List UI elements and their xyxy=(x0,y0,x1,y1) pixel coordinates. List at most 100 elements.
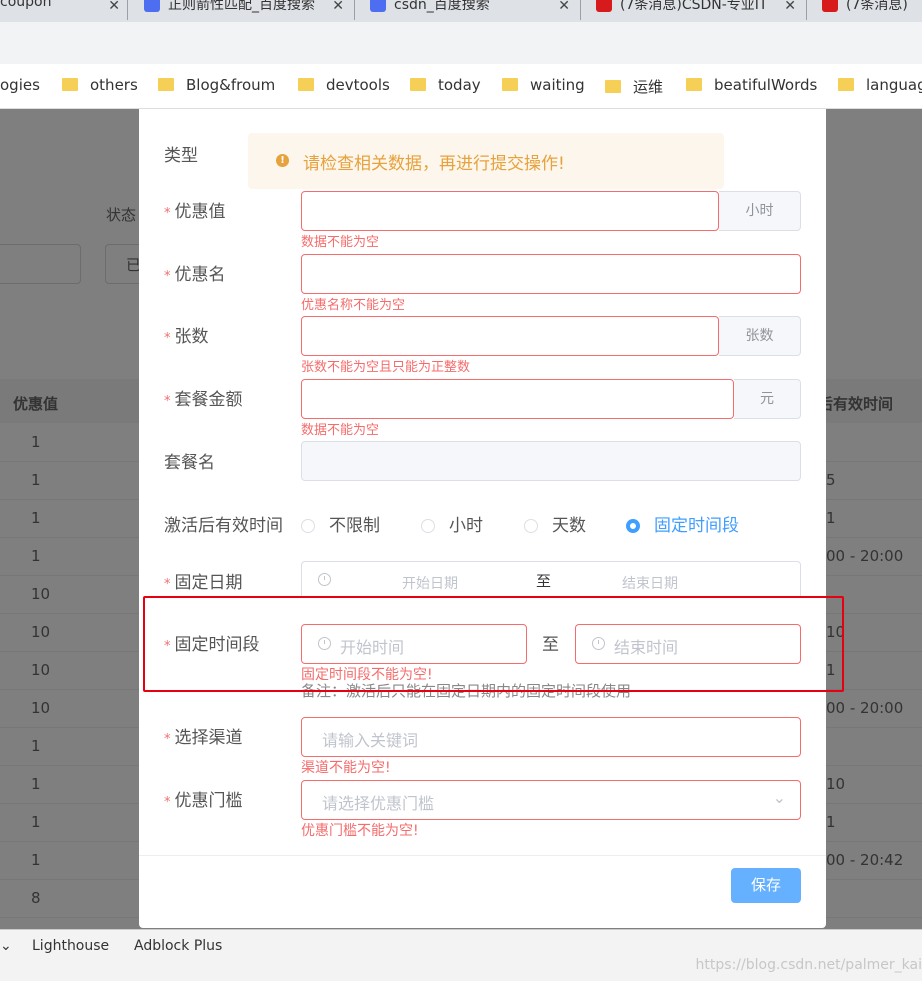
start-date-placeholder[interactable]: 开始日期 xyxy=(402,573,458,593)
watermark: https://blog.csdn.net/palmer_kai xyxy=(695,957,922,973)
count-input[interactable] xyxy=(301,316,719,356)
table-cell-valid-time: 5 xyxy=(826,471,836,489)
folder-icon xyxy=(838,78,854,91)
label-text: 固定日期 xyxy=(174,573,243,593)
chevron-down-icon[interactable]: ⌄ xyxy=(773,788,786,807)
label-text: 张数 xyxy=(174,327,209,347)
folder-icon xyxy=(502,78,518,91)
discount-value-suffix: 小时 xyxy=(719,191,801,231)
table-cell-discount: 10 xyxy=(31,585,51,603)
close-icon[interactable]: ✕ xyxy=(332,0,344,14)
fixed-date-label: * 固定日期 xyxy=(164,568,243,593)
radio-days[interactable]: 天数 xyxy=(524,511,586,536)
required-mark: * xyxy=(164,269,171,284)
radio-hours[interactable]: 小时 xyxy=(421,511,483,536)
discount-value-input[interactable] xyxy=(301,191,719,231)
radio-circle xyxy=(421,519,435,533)
table-cell-valid-time: 1 xyxy=(826,509,836,527)
discount-value-label: * 优惠值 xyxy=(164,197,226,222)
tab-title: 正则箭性匹配_百度搜索 xyxy=(168,0,315,13)
radio-circle xyxy=(301,519,315,533)
table-cell-discount: 8 xyxy=(31,889,41,907)
package-amount-suffix: 元 xyxy=(734,379,801,419)
count-label: * 张数 xyxy=(164,322,209,347)
browser-tab[interactable]: coupon ✕ xyxy=(0,0,120,22)
folder-icon xyxy=(605,80,621,93)
activation-label: 激活后有效时间 xyxy=(164,516,283,536)
bookmark-label: 运维 xyxy=(633,78,664,96)
table-cell-valid-time: 00 - 20:00 xyxy=(826,547,904,565)
discount-name-input[interactable] xyxy=(301,254,801,294)
browser-tab[interactable]: csdn_百度搜索 ✕ xyxy=(370,0,570,22)
label-text: 选择渠道 xyxy=(174,728,243,748)
radio-fixed-period[interactable]: 固定时间段 xyxy=(626,511,739,536)
table-cell-discount: 1 xyxy=(31,471,41,489)
label-text: 优惠门槛 xyxy=(174,791,243,811)
bookmark-item[interactable]: today xyxy=(410,76,481,94)
table-cell-discount: 1 xyxy=(31,813,41,831)
folder-icon xyxy=(62,78,78,91)
baidu-icon xyxy=(144,0,160,12)
package-amount-label: * 套餐金额 xyxy=(164,385,243,410)
clock-icon xyxy=(318,573,331,586)
threshold-placeholder: 请选择优惠门槛 xyxy=(322,794,435,813)
devtools-bar: ⌄ Lighthouse Adblock Plus https://blog.c… xyxy=(0,929,922,981)
radio-unlimited[interactable]: 不限制 xyxy=(301,511,380,536)
package-amount-input[interactable] xyxy=(301,379,734,419)
csdn-icon xyxy=(596,0,612,12)
threshold-error: 优惠门槛不能为空! xyxy=(301,823,419,839)
bookmark-item[interactable]: Blog&froum xyxy=(158,76,275,94)
bookmark-item[interactable]: 运维 xyxy=(605,76,663,97)
label-text: 优惠名 xyxy=(174,265,226,285)
tab-title: csdn_百度搜索 xyxy=(394,0,490,13)
channel-label: * 选择渠道 xyxy=(164,723,243,748)
end-date-placeholder[interactable]: 结束日期 xyxy=(622,573,678,593)
bookmark-label: Blog&froum xyxy=(186,76,276,94)
table-cell-valid-time: 00 - 20:00 xyxy=(826,699,904,717)
tab-separator xyxy=(806,0,807,20)
browser-toolbar xyxy=(0,22,922,64)
bookmark-item[interactable]: devtools xyxy=(298,76,390,94)
required-mark: * xyxy=(164,331,171,346)
browser-tab[interactable]: 正则箭性匹配_百度搜索 ✕ xyxy=(144,0,344,22)
fixed-date-range[interactable]: 开始日期 至 结束日期 xyxy=(301,561,801,597)
discount-name-error: 优惠名称不能为空 xyxy=(301,298,406,313)
table-cell-discount: 10 xyxy=(31,623,51,641)
radio-circle xyxy=(626,519,640,533)
close-icon[interactable]: ✕ xyxy=(784,0,796,14)
package-name-input xyxy=(301,441,801,481)
radio-label: 天数 xyxy=(552,516,586,536)
table-cell-valid-time: 1 xyxy=(826,813,836,831)
discount-name-label: * 优惠名 xyxy=(164,260,226,285)
bookmark-item[interactable]: beatifulWords xyxy=(686,76,817,94)
channel-input[interactable]: 请输入关键词 xyxy=(301,717,801,757)
devtools-tab-adblock[interactable]: Adblock Plus xyxy=(134,938,222,954)
table-cell-discount: 1 xyxy=(31,433,41,451)
chevron-down-icon[interactable]: ⌄ xyxy=(0,938,12,954)
bookmark-label: today xyxy=(438,76,481,94)
bookmark-item[interactable]: waiting xyxy=(502,76,585,94)
table-cell-valid-time: 10 xyxy=(826,775,846,793)
save-button[interactable]: 保存 xyxy=(731,868,801,903)
required-mark: * xyxy=(164,577,171,592)
browser-tab[interactable]: (7条消息)CSDN-专业IT ✕ xyxy=(596,0,796,22)
bookmark-item[interactable]: ogies xyxy=(0,76,40,94)
browser-tab[interactable]: (7条消息) xyxy=(822,0,922,22)
devtools-tab-lighthouse[interactable]: Lighthouse xyxy=(32,938,109,954)
label-text: 优惠值 xyxy=(174,202,226,222)
bookmark-item[interactable]: languag xyxy=(838,76,922,94)
table-cell-discount: 1 xyxy=(31,547,41,565)
filter-input[interactable] xyxy=(0,244,81,284)
required-mark: * xyxy=(164,795,171,810)
tab-title: coupon xyxy=(0,0,52,10)
bookmark-item[interactable]: others xyxy=(62,76,138,94)
close-icon[interactable]: ✕ xyxy=(558,0,570,14)
package-amount-error: 数据不能为空 xyxy=(301,423,380,438)
threshold-select[interactable]: 请选择优惠门槛 ⌄ xyxy=(301,780,801,820)
table-cell-discount: 1 xyxy=(31,851,41,869)
folder-icon xyxy=(158,78,174,91)
table-header-valid-time: 后有效时间 xyxy=(818,395,894,413)
table-cell-discount: 1 xyxy=(31,509,41,527)
warning-icon: ! xyxy=(276,154,289,167)
close-icon[interactable]: ✕ xyxy=(108,0,120,14)
